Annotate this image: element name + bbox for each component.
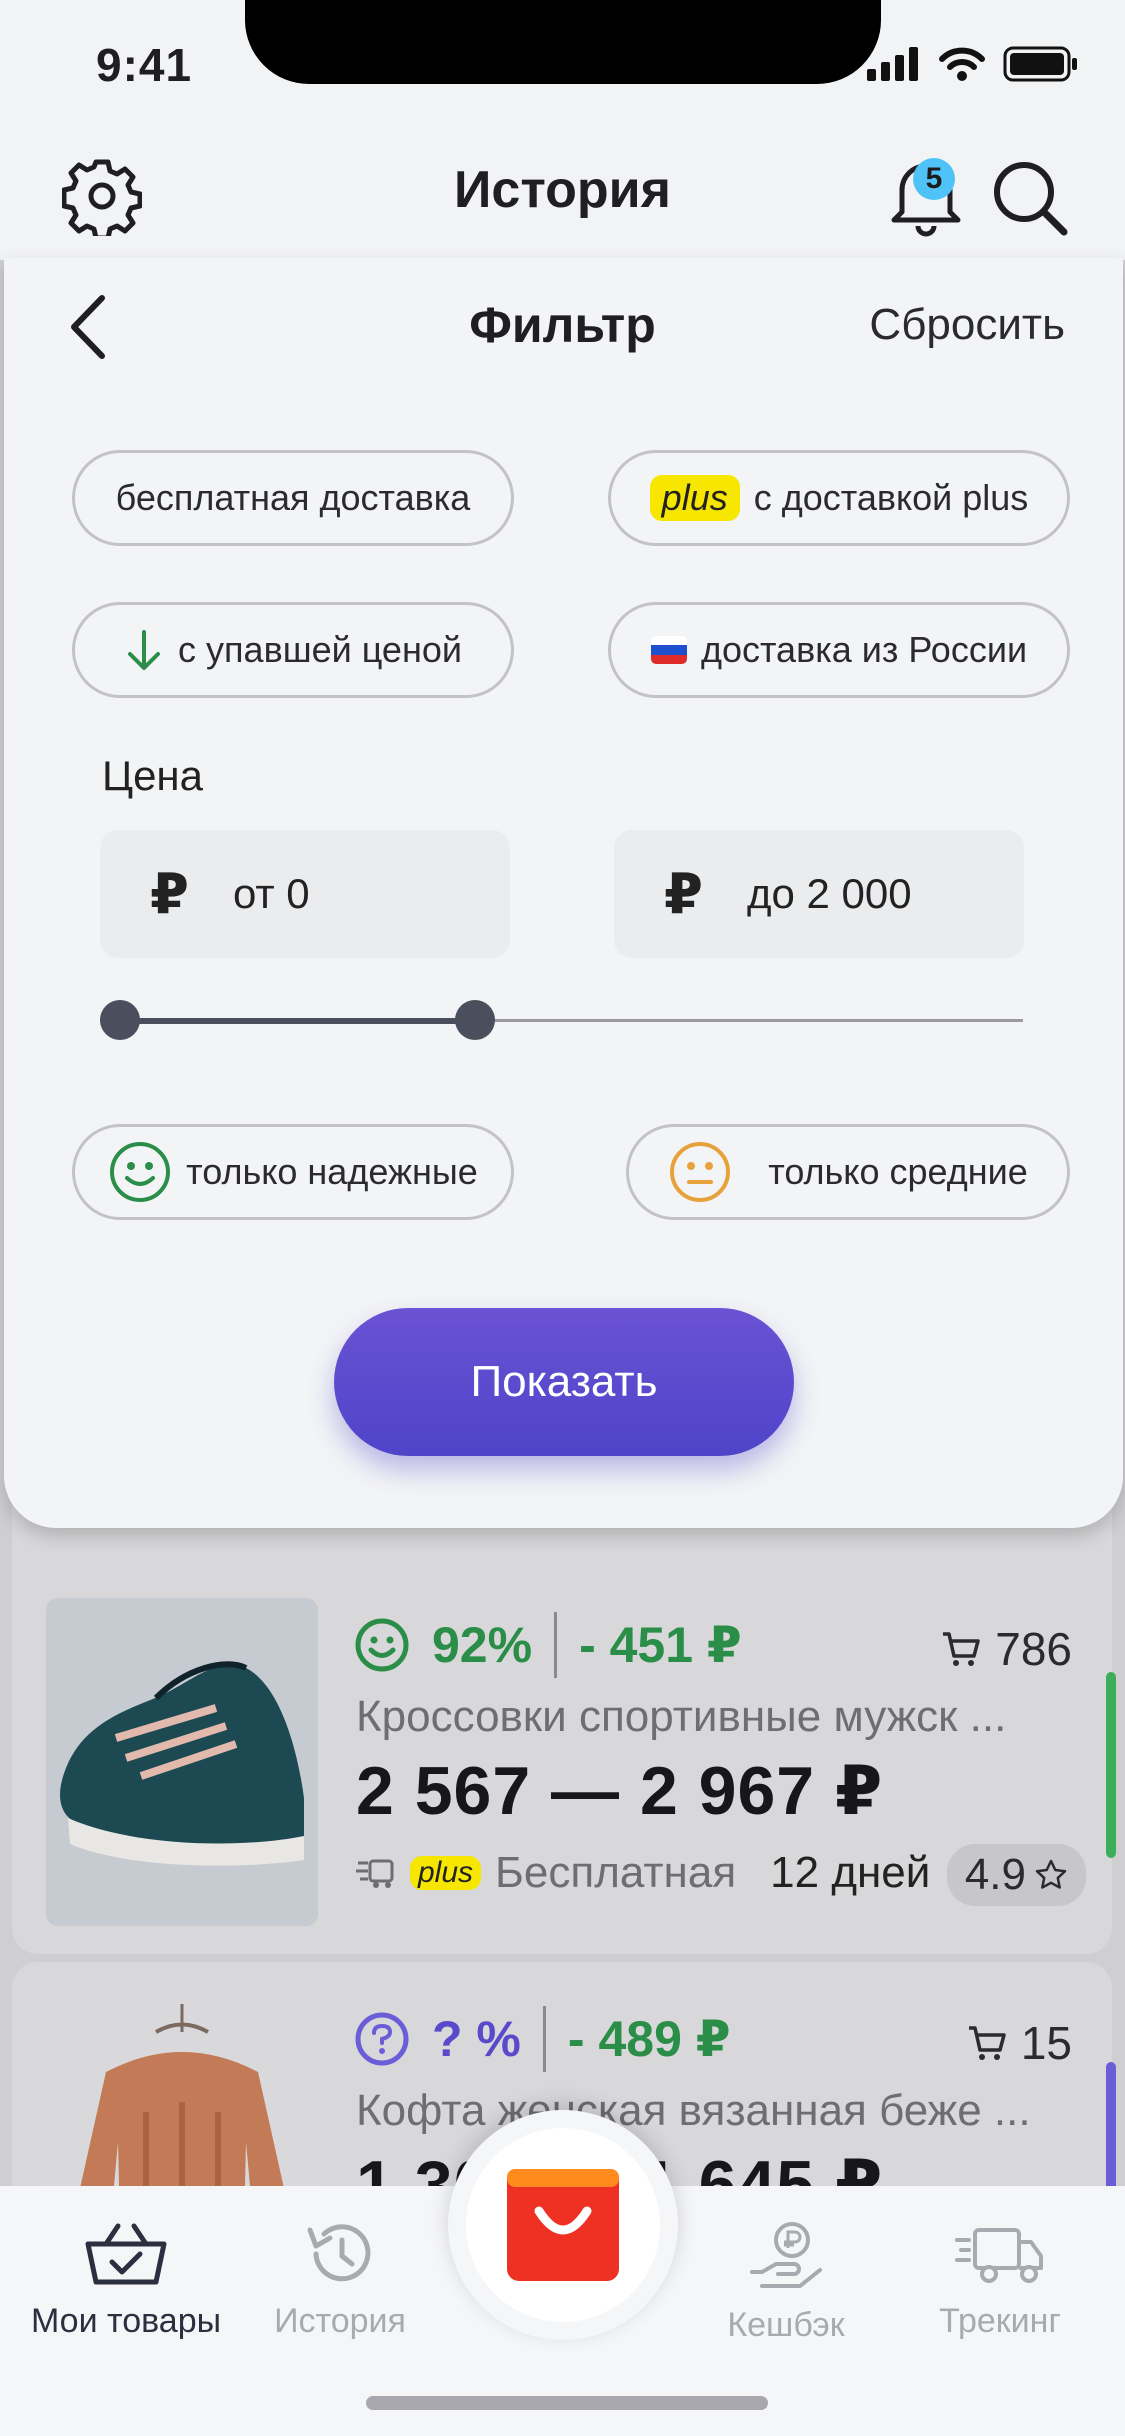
- seller-rating: ? %: [432, 2011, 521, 2067]
- arrow-down-icon: [128, 630, 161, 670]
- price-to-input[interactable]: ₽ до 2 000: [614, 830, 1024, 958]
- chip-label: с упавшей ценой: [178, 629, 462, 670]
- cart-icon: [968, 2026, 1006, 2060]
- seller-rating: 92%: [432, 1617, 533, 1673]
- rating-row: ? % - 489 ₽: [354, 2006, 731, 2072]
- price-range-max-handle[interactable]: [455, 1000, 495, 1040]
- reset-button[interactable]: Сбросить: [869, 300, 1065, 350]
- status-edge: [1106, 1672, 1116, 1858]
- price-section-label: Цена: [102, 752, 203, 799]
- price-from-value: от 0: [232, 870, 310, 917]
- tab-history[interactable]: История: [230, 2220, 450, 2341]
- plus-badge: plus: [410, 1856, 482, 1890]
- chip-label: бесплатная доставка: [115, 477, 471, 518]
- plus-badge: plus: [649, 475, 740, 521]
- chip-free-delivery[interactable]: бесплатная доставка: [72, 450, 514, 546]
- discount-amount: - 451 ₽: [579, 1617, 742, 1673]
- shopping-bag-logo-icon: [507, 2169, 619, 2281]
- price-to-value: до 2 000: [746, 870, 912, 917]
- divider: [542, 2006, 546, 2072]
- cart-icon: [943, 1632, 980, 1666]
- tab-cashback[interactable]: Кешбэк: [676, 2220, 896, 2345]
- star-icon: [1035, 1859, 1067, 1889]
- price-range-min-handle[interactable]: [100, 1000, 140, 1040]
- cart-count-value: 786: [995, 1623, 1072, 1675]
- neutral-face-icon: [670, 1142, 731, 1202]
- delivery-days: 12 дней: [770, 1848, 931, 1897]
- tab-label: Кешбэк: [727, 2306, 845, 2344]
- cellular-signal-icon: [867, 47, 918, 81]
- price-from-input[interactable]: ₽ от 0: [100, 830, 510, 958]
- price-range-fill: [118, 1018, 473, 1024]
- tab-label: История: [274, 2302, 406, 2340]
- chip-label: только средние: [768, 1151, 1028, 1192]
- smile-reliable-icon: [355, 1618, 409, 1672]
- divider: [554, 1612, 558, 1678]
- delivery-truck-icon: [955, 2228, 1043, 2283]
- rating-row: 92% - 451 ₽: [354, 1612, 742, 1678]
- notification-count-badge: 5: [913, 158, 955, 200]
- cart-count: 786: [941, 1622, 1072, 1676]
- product-title: Кофта женская вязанная беже ...: [356, 2086, 1031, 2135]
- cart-count: 15: [967, 2016, 1072, 2070]
- cart-count-value: 15: [1020, 2017, 1072, 2069]
- product-title: Кроссовки спортивные мужск ...: [356, 1692, 1007, 1741]
- battery-icon: [1003, 46, 1077, 82]
- history-clock-icon: [307, 2224, 371, 2282]
- delivery-row: plus Бесплатная 12 дней: [356, 1848, 930, 1898]
- smile-reliable-icon: [110, 1142, 171, 1202]
- wifi-icon: [939, 47, 985, 81]
- chip-label: с доставкой plus: [753, 477, 1029, 518]
- product-image-sneaker: [46, 1598, 318, 1926]
- chip-price-drop[interactable]: с упавшей ценой: [72, 602, 514, 698]
- ruble-icon: ₽: [664, 862, 703, 925]
- product-price: 2 567 — 2 967 ₽: [356, 1753, 884, 1829]
- russia-flag-icon: [650, 636, 687, 664]
- ruble-icon: ₽: [150, 862, 189, 925]
- product-card[interactable]: 92% - 451 ₽ 786 Кроссовки спортивные муж…: [12, 1568, 1116, 1954]
- tab-my-goods[interactable]: Мои товары: [16, 2220, 236, 2341]
- fast-delivery-icon: [356, 1859, 394, 1888]
- chip-label: доставка из России: [700, 629, 1028, 670]
- show-results-button[interactable]: Показать: [334, 1308, 794, 1456]
- chip-label: только надежные: [186, 1151, 478, 1192]
- stars-value: 4.9: [964, 1850, 1026, 1899]
- device-notch: [245, 0, 881, 84]
- tab-label: Мои товары: [30, 2302, 222, 2340]
- status-time: 9:41: [96, 39, 193, 91]
- basket-check-icon: [85, 2223, 167, 2285]
- tab-label: Трекинг: [939, 2302, 1061, 2340]
- aliexpress-app-button[interactable]: [466, 2128, 660, 2322]
- search-icon[interactable]: [988, 156, 1070, 238]
- chip-from-russia[interactable]: доставка из России: [608, 602, 1070, 698]
- cashback-hand-coin-icon: [750, 2222, 822, 2288]
- product-stars: 4.9: [946, 1844, 1086, 1906]
- chip-plus-delivery[interactable]: plus с доставкой plus: [608, 450, 1070, 546]
- home-indicator: [366, 2396, 768, 2410]
- tab-tracking[interactable]: Трекинг: [890, 2220, 1110, 2341]
- delivery-type: Бесплатная: [495, 1848, 737, 1897]
- chip-average-only[interactable]: только средние: [626, 1124, 1070, 1220]
- discount-amount: - 489 ₽: [567, 2011, 731, 2067]
- status-icons: [867, 46, 1079, 82]
- chip-reliable-only[interactable]: только надежные: [72, 1124, 514, 1220]
- unknown-rating-icon: [355, 2012, 409, 2066]
